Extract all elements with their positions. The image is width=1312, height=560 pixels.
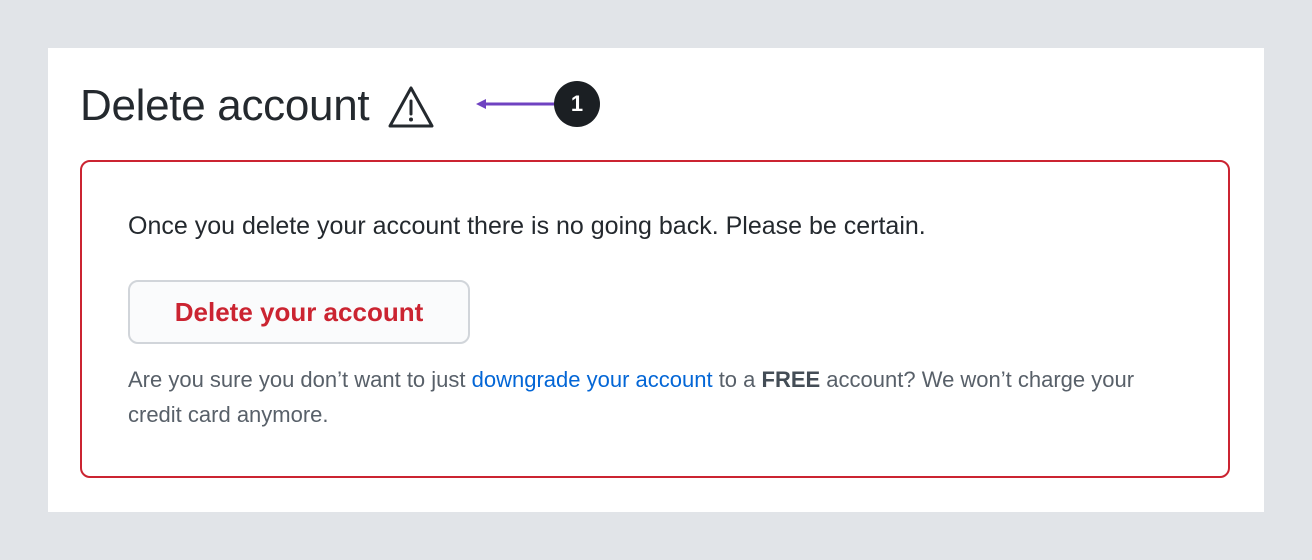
title-row: Delete account <box>80 80 435 132</box>
settings-panel: Delete account 1 Once you delete your ac… <box>48 48 1264 512</box>
delete-warning-text: Once you delete your account there is no… <box>128 212 926 240</box>
downgrade-account-link[interactable]: downgrade your account <box>472 367 713 392</box>
warning-icon <box>387 85 435 129</box>
hint-prefix-text: Are you sure you don’t want to just <box>128 367 472 392</box>
callout-number-badge: 1 <box>554 81 600 127</box>
page-title: Delete account <box>80 81 370 130</box>
danger-zone-box: Once you delete your account there is no… <box>80 160 1230 478</box>
annotation-callout: 1 <box>476 81 600 127</box>
hint-middle-text: to a <box>712 367 762 392</box>
callout-arrow-icon <box>476 99 556 109</box>
delete-account-button[interactable]: Delete your account <box>128 280 470 344</box>
free-plan-label: FREE <box>761 367 821 392</box>
downgrade-hint: Are you sure you don’t want to just down… <box>128 362 1178 432</box>
